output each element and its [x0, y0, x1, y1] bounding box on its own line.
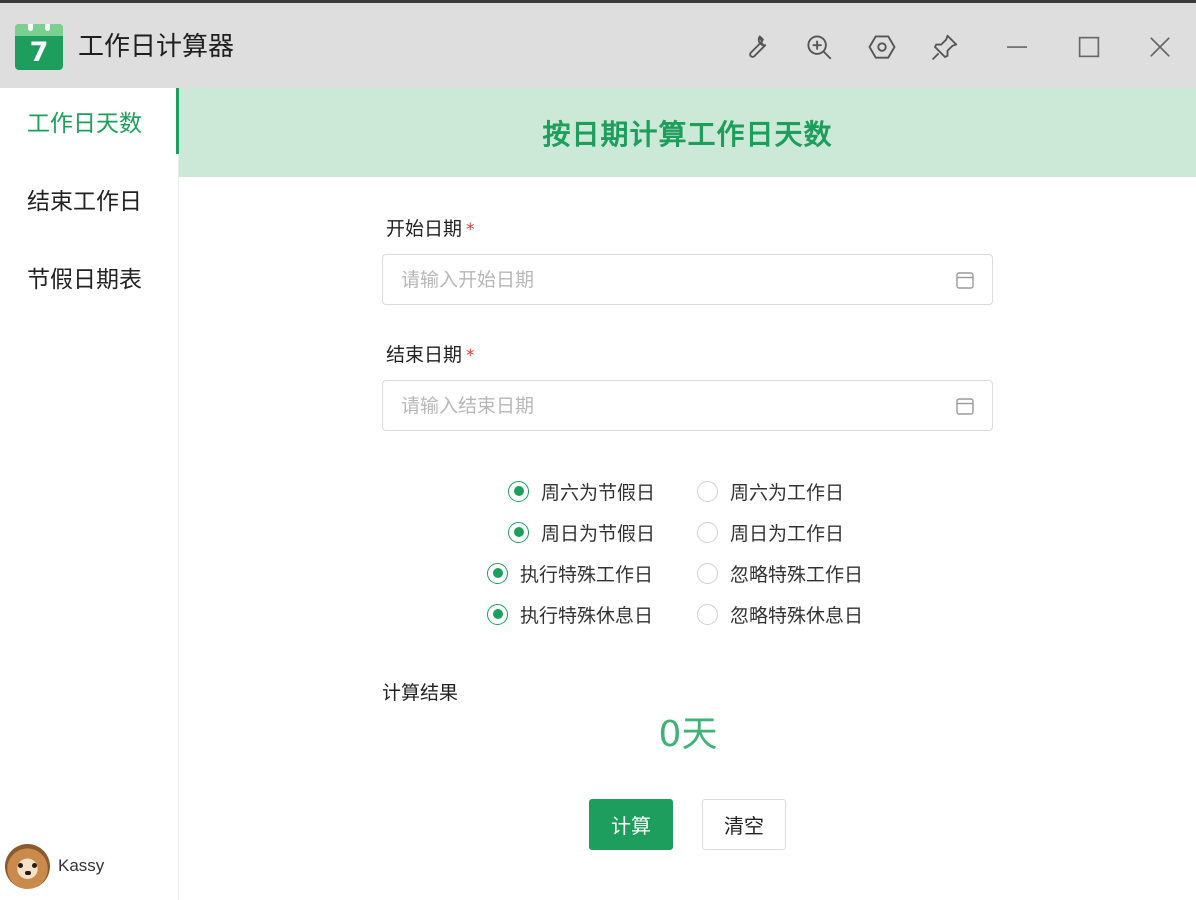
radio-ignore-special-workday[interactable]: 忽略特殊工作日: [697, 558, 863, 588]
start-date-input[interactable]: [401, 268, 954, 291]
radio-checked-icon[interactable]: [508, 521, 529, 543]
radio-label: 忽略特殊休息日: [730, 604, 864, 627]
calendar-app-icon: 7: [15, 24, 63, 70]
radio-unchecked-icon[interactable]: [697, 521, 718, 543]
radio-sunday-workday[interactable]: 周日为工作日: [697, 517, 844, 547]
radio-unchecked-icon[interactable]: [697, 562, 718, 584]
radio-label: 执行特殊休息日: [520, 604, 654, 627]
sidebar-item-holiday-table[interactable]: 节假日期表: [0, 244, 179, 310]
radio-ignore-special-holiday[interactable]: 忽略特殊休息日: [697, 599, 863, 629]
radio-label: 周日为节假日: [541, 522, 656, 545]
sidebar-item-end-workday[interactable]: 结束工作日: [0, 166, 179, 232]
radio-saturday-workday[interactable]: 周六为工作日: [697, 476, 844, 506]
radio-label: 忽略特殊工作日: [730, 563, 864, 586]
radio-label: 周六为节假日: [541, 481, 656, 504]
close-icon[interactable]: [1143, 30, 1177, 64]
radio-checked-icon[interactable]: [508, 480, 529, 502]
required-mark: *: [466, 346, 475, 366]
end-date-label: 结束日期 *: [386, 344, 475, 366]
radio-checked-icon[interactable]: [487, 603, 508, 625]
end-date-input[interactable]: [401, 394, 954, 417]
start-date-picker[interactable]: [382, 254, 993, 305]
end-date-picker[interactable]: [382, 380, 993, 431]
radio-label: 执行特殊工作日: [520, 563, 654, 586]
pin-icon[interactable]: [928, 30, 962, 64]
result-label: 计算结果: [382, 682, 459, 704]
title-bar: 7 工作日计算器: [0, 0, 1196, 88]
radio-saturday-holiday[interactable]: 周六为节假日: [508, 476, 655, 506]
result-value: 0天: [658, 714, 718, 755]
wrench-icon[interactable]: [739, 30, 773, 64]
start-date-label: 开始日期 *: [386, 218, 475, 240]
username: Kassy: [58, 856, 105, 875]
radio-label: 周六为工作日: [730, 481, 845, 504]
radio-apply-special-holiday[interactable]: 执行特殊休息日: [487, 599, 653, 629]
sidebar-item-label: 工作日天数: [27, 111, 142, 137]
calendar-icon[interactable]: [954, 395, 976, 417]
settings-hex-icon[interactable]: [865, 30, 899, 64]
sidebar-item-label: 结束工作日: [27, 189, 142, 215]
page-title: 按日期计算工作日天数: [542, 117, 833, 151]
radio-unchecked-icon[interactable]: [697, 480, 718, 502]
zoom-in-icon[interactable]: [802, 30, 836, 64]
radio-sunday-holiday[interactable]: 周日为节假日: [508, 517, 655, 547]
radio-unchecked-icon[interactable]: [697, 603, 718, 625]
page-header: 按日期计算工作日天数: [179, 88, 1196, 177]
radio-apply-special-workday[interactable]: 执行特殊工作日: [487, 558, 653, 588]
sidebar: 工作日天数 结束工作日 节假日期表: [0, 88, 179, 900]
app-title: 工作日计算器: [78, 32, 235, 62]
user-profile[interactable]: Kassy: [5, 843, 104, 889]
app-logo-day: 7: [29, 37, 49, 68]
sidebar-item-label: 节假日期表: [27, 267, 142, 293]
radio-label: 周日为工作日: [730, 522, 845, 545]
maximize-icon[interactable]: [1072, 30, 1106, 64]
avatar: [5, 843, 50, 889]
required-mark: *: [466, 220, 475, 240]
radio-checked-icon[interactable]: [487, 562, 508, 584]
clear-button[interactable]: 清空: [702, 799, 786, 850]
sidebar-item-workday-count[interactable]: 工作日天数: [0, 88, 179, 154]
minimize-icon[interactable]: [1000, 30, 1034, 64]
calculate-button[interactable]: 计算: [589, 799, 673, 850]
calendar-icon[interactable]: [954, 269, 976, 291]
